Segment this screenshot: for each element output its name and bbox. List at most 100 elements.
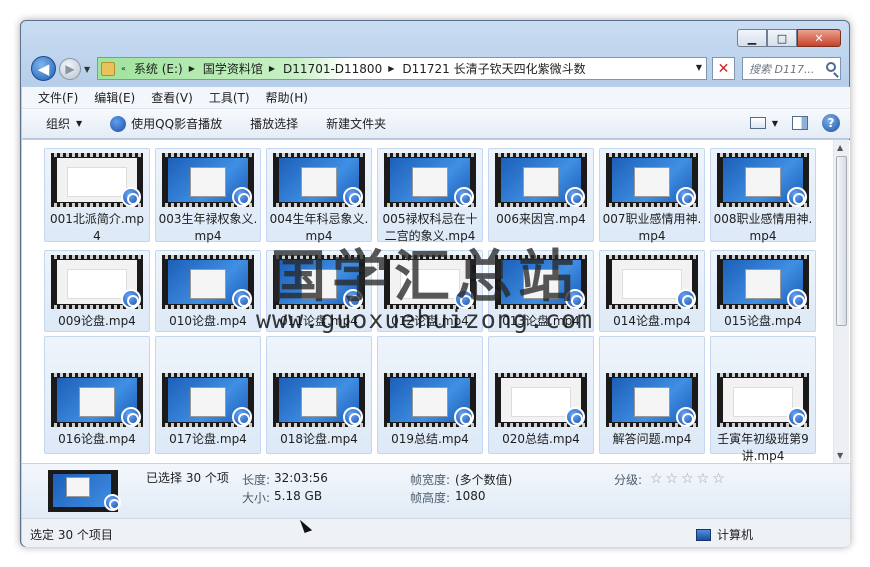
organize-label: 组织 xyxy=(46,117,71,131)
file-name: 020总结.mp4 xyxy=(502,432,580,446)
play-selection-button[interactable]: 播放选择 xyxy=(250,115,298,132)
file-tile[interactable]: 008职业感情用神.mp4 xyxy=(710,148,816,243)
thumbnail-document xyxy=(67,167,127,197)
size-value: 5.18 GB xyxy=(274,489,323,503)
caption-buttons: ▁ □ ✕ xyxy=(737,29,841,47)
thumbnail-document xyxy=(745,167,781,197)
view-dropdown-icon[interactable]: ▼ xyxy=(772,119,778,128)
close-button[interactable]: ✕ xyxy=(797,29,841,47)
file-tile[interactable]: 004生年科忌象义.mp4 xyxy=(266,148,372,243)
video-play-icon xyxy=(232,407,252,427)
thumbnail-document xyxy=(523,167,559,197)
play-with-qq-button[interactable]: 使用QQ影音播放 xyxy=(110,115,222,132)
address-bar[interactable]: « 系统 (E:) ▶ 国学资料馆 ▶ D11701-D11800 ▶ D117… xyxy=(97,57,707,80)
video-play-icon xyxy=(121,187,141,207)
qq-player-icon xyxy=(110,115,127,132)
breadcrumb-folder-1[interactable]: 国学资料馆 xyxy=(203,60,263,77)
file-name: 008职业感情用神.mp4 xyxy=(713,212,813,243)
video-play-icon xyxy=(454,289,474,309)
menu-help[interactable]: 帮助(H) xyxy=(266,89,308,106)
view-controls: ▼ ? xyxy=(749,114,840,132)
menu-file[interactable]: 文件(F) xyxy=(38,89,78,106)
thumbnail-document xyxy=(622,269,682,299)
file-list: 001北派简介.mp4 003生年禄权象义.mp4 004生年科忌象义.mp4 005… xyxy=(22,140,850,463)
file-tile[interactable]: 006来因宫.mp4 xyxy=(488,148,594,242)
minimize-button[interactable]: ▁ xyxy=(737,29,767,47)
thumbnail-document xyxy=(190,387,226,417)
video-play-icon xyxy=(787,407,807,427)
video-play-icon xyxy=(565,289,585,309)
file-name: 018论盘.mp4 xyxy=(280,432,358,446)
status-location: 计算机 xyxy=(696,526,753,543)
breadcrumb-folder-2[interactable]: D11701-D11800 xyxy=(283,62,382,76)
frame-width-value[interactable]: (多个数值) xyxy=(455,471,512,488)
scrollbar-thumb[interactable] xyxy=(836,156,847,326)
file-tile[interactable]: 013论盘.mp4 xyxy=(488,250,594,332)
file-tile[interactable]: 011论盘.mp4 xyxy=(266,250,372,332)
search-input[interactable]: 搜索 D117... xyxy=(742,57,841,80)
file-tile[interactable]: 020总结.mp4 xyxy=(488,336,594,454)
recent-pages-dropdown[interactable]: ▼ xyxy=(84,65,90,74)
help-icon[interactable]: ? xyxy=(822,114,840,132)
forward-button[interactable]: ▶ xyxy=(59,58,81,80)
new-folder-button[interactable]: 新建文件夹 xyxy=(326,115,386,132)
thumbnail-document xyxy=(190,269,226,299)
scroll-down-arrow[interactable]: ▼ xyxy=(837,451,843,460)
file-name: 009论盘.mp4 xyxy=(58,314,136,328)
maximize-button[interactable]: □ xyxy=(767,29,797,47)
stop-button[interactable]: ✕ xyxy=(712,57,735,80)
video-play-icon xyxy=(232,289,252,309)
file-tile[interactable]: 014论盘.mp4 xyxy=(599,250,705,332)
breadcrumb-separator[interactable]: ▶ xyxy=(269,64,275,73)
thumbnail-document xyxy=(733,387,793,417)
status-bar: 选定 30 个项目 计算机 xyxy=(22,518,850,547)
video-play-icon xyxy=(121,289,141,309)
file-tile[interactable]: 012论盘.mp4 xyxy=(377,250,483,332)
file-tile[interactable]: 005禄权科忌在十二宫的象义.mp4 xyxy=(377,148,483,243)
file-tile[interactable]: 壬寅年初级班第9讲.mp4 xyxy=(710,336,816,463)
change-view-icon[interactable] xyxy=(749,117,766,129)
file-tile[interactable]: 003生年禄权象义.mp4 xyxy=(155,148,261,243)
file-tile[interactable]: 018论盘.mp4 xyxy=(266,336,372,454)
file-tile[interactable]: 019总结.mp4 xyxy=(377,336,483,454)
file-tile[interactable]: 016论盘.mp4 xyxy=(44,336,150,454)
address-dropdown[interactable]: ▼ xyxy=(696,63,702,72)
file-name: 017论盘.mp4 xyxy=(169,432,247,446)
file-tile[interactable]: 010论盘.mp4 xyxy=(155,250,261,332)
menu-view[interactable]: 查看(V) xyxy=(151,89,193,106)
length-label: 长度: xyxy=(242,473,271,487)
video-play-icon xyxy=(104,494,121,511)
file-tile[interactable]: 007职业感情用神.mp4 xyxy=(599,148,705,243)
file-tile[interactable]: 017论盘.mp4 xyxy=(155,336,261,454)
selection-count: 已选择 30 个项 xyxy=(146,471,229,485)
command-bar: 组织 ▼ 使用QQ影音播放 播放选择 新建文件夹 ▼ ? xyxy=(22,109,850,139)
menu-edit[interactable]: 编辑(E) xyxy=(94,89,135,106)
video-play-icon xyxy=(787,289,807,309)
scroll-up-arrow[interactable]: ▲ xyxy=(837,143,843,152)
vertical-scrollbar[interactable]: ▲ ▼ xyxy=(833,140,849,463)
back-button[interactable]: ◀ xyxy=(31,56,56,81)
organize-button[interactable]: 组织 ▼ xyxy=(46,115,82,132)
back-arrow-icon: ◀ xyxy=(37,59,50,78)
search-icon[interactable] xyxy=(826,62,836,72)
forward-arrow-icon: ▶ xyxy=(65,62,75,76)
breadcrumb-separator[interactable]: ▶ xyxy=(189,64,195,73)
file-tile[interactable]: 009论盘.mp4 xyxy=(44,250,150,332)
video-play-icon xyxy=(343,187,363,207)
details-thumbnail-sheet xyxy=(66,477,90,497)
video-play-icon xyxy=(676,289,696,309)
file-name: 006来因宫.mp4 xyxy=(496,212,586,226)
breadcrumb-overflow[interactable]: « xyxy=(121,64,126,73)
breadcrumb-separator[interactable]: ▶ xyxy=(388,64,394,73)
file-tile[interactable]: 解答问题.mp4 xyxy=(599,336,705,454)
menu-tools[interactable]: 工具(T) xyxy=(209,89,250,106)
file-tile[interactable]: 015论盘.mp4 xyxy=(710,250,816,332)
frame-height-value[interactable]: 1080 xyxy=(455,489,486,503)
preview-pane-icon[interactable] xyxy=(792,116,808,130)
thumbnail-document xyxy=(301,387,337,417)
breadcrumb-current[interactable]: D11721 长清子钦天四化紫微斗数 xyxy=(402,60,585,77)
video-play-icon xyxy=(676,407,696,427)
rating-stars[interactable]: ☆☆☆☆☆ xyxy=(650,471,728,487)
file-tile[interactable]: 001北派简介.mp4 xyxy=(44,148,150,243)
breadcrumb-drive[interactable]: 系统 (E:) xyxy=(134,60,183,77)
